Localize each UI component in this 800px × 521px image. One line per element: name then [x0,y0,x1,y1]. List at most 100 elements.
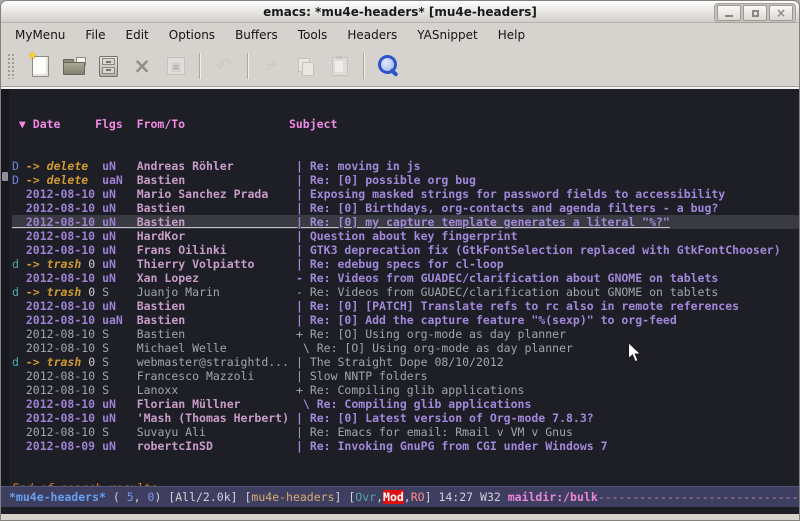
message-mark: d [12,285,19,299]
search-icon [376,54,400,78]
message-row[interactable]: D -> delete uN Andreas Röhler | Re: movi… [12,159,799,173]
open-folder-button[interactable] [57,50,91,82]
message-flags: S [102,327,130,341]
menu-file[interactable]: File [75,25,115,45]
new-file-button[interactable]: ★ [23,50,57,82]
mouse-cursor [627,342,643,364]
message-subject: | Re: [0] my capture template generates … [296,215,670,229]
modeline-text [473,490,480,504]
toolbar-separator [363,53,365,79]
star-icon: ★ [28,49,38,62]
menu-buffers[interactable]: Buffers [225,25,288,45]
undo-icon: ↶ [216,57,232,75]
message-mark [12,271,19,285]
message-flags: uN [102,159,130,173]
close-buffer-icon: × [133,56,151,76]
message-from: Frans Oilinki [137,243,289,257]
message-subject: - Re: Videos from GUADEC/clarification a… [296,271,718,285]
message-date: 2012-08-10 [26,369,95,383]
message-row[interactable]: 2012-08-10 S Francesco Mazzoli | Slow NN… [12,369,799,383]
minimize-button[interactable] [717,5,741,21]
headers-view: ▼ Date Flgs From/To Subject D -> delete … [9,89,799,486]
message-row[interactable]: 2012-08-10 S Lanoxx + Re: Compiling glib… [12,383,799,397]
message-date: -> delete [26,173,95,187]
cut-icon: ✂ [262,54,282,78]
message-from: Michael Welle [137,341,289,355]
message-subject: | Re: Emacs for email: Rmail v VM v Gnus [296,425,573,439]
message-row[interactable]: d -> trash 0 S webmaster@straightd... | … [12,355,799,369]
message-row[interactable]: 2012-08-09 uN robertcInSD | Re: Invoking… [12,439,799,453]
message-row[interactable]: 2012-08-10 uN Bastien | Re: [0] Birthday… [12,201,799,215]
message-mark [12,215,19,229]
modeline-text: , [404,490,411,504]
search-button[interactable] [371,50,405,82]
message-subject: + Re: [O] Using org-mode as day planner [296,327,566,341]
menu-mymenu[interactable]: MyMenu [5,25,75,45]
file-cabinet-button[interactable] [91,50,125,82]
message-date: 2012-08-09 [26,439,95,453]
close-buffer-button[interactable]: × [125,50,159,82]
message-row[interactable]: 2012-08-10 uaN Bastien | Re: [0] Add the… [12,313,799,327]
message-subject: | Re: edebug specs for cl-loop [296,257,504,271]
menu-help[interactable]: Help [488,25,535,45]
message-mark [12,397,19,411]
message-row[interactable]: 2012-08-10 uN Xan Lopez - Re: Videos fro… [12,271,799,285]
message-row[interactable]: 2012-08-10 S Suvayu Ali | Re: Emacs for … [12,425,799,439]
message-date: -> trash [26,257,88,271]
message-row[interactable]: 2012-08-10 uN Bastien | Re: [0] [PATCH] … [12,299,799,313]
modeline-query: [All/2.0k] [168,490,244,504]
copy-button [289,50,323,82]
titlebar[interactable]: emacs: *mu4e-headers* [mu4e-headers] × [1,1,799,23]
message-subject: | Re: [0] Add the capture feature "%(sex… [296,313,677,327]
menu-headers[interactable]: Headers [337,25,407,45]
message-list: D -> delete uN Andreas Röhler | Re: movi… [12,159,799,453]
scrollbar[interactable] [1,89,9,486]
message-subject: | Re: [0] [PATCH] Translate refs to rc a… [296,299,739,313]
echo-area[interactable] [1,507,799,514]
menu-yasnippet[interactable]: YASnippet [407,25,488,45]
new-file-icon: ★ [32,56,49,77]
modeline-text: , [134,490,148,504]
message-row[interactable]: 2012-08-10 uN Frans Oilinki | GTK3 depre… [12,243,799,257]
column-headers[interactable]: ▼ Date Flgs From/To Subject [12,117,799,131]
message-flags: S [102,425,130,439]
message-row[interactable]: 2012-08-10 uN Florian Müllner \ Re: Comp… [12,397,799,411]
message-mark [12,327,19,341]
message-flags: S [102,369,130,383]
modeline-readonly-indicator: RO [411,490,425,504]
message-row[interactable]: D -> delete uaN Bastien | Re: [0] possib… [12,173,799,187]
menu-options[interactable]: Options [159,25,225,45]
message-flags: uN [102,187,130,201]
message-subject: | Re: [0] possible org bug [296,173,476,187]
message-from: robertcInSD [137,439,289,453]
message-row[interactable]: 2012-08-10 S Michael Welle \ Re: [O] Usi… [12,341,799,355]
message-row[interactable]: 2012-08-10 uN 'Mash (Thomas Herbert) | R… [12,411,799,425]
window-controls: × [714,3,796,23]
message-row[interactable]: d -> trash 0 S Juanjo Marin - Re: Videos… [12,285,799,299]
minimize-icon [725,15,733,17]
modeline-dashes: ----------------------------------------… [598,490,799,504]
message-row[interactable]: 2012-08-10 uN HardKor | Question about k… [12,229,799,243]
toolbar-drag-handle[interactable] [7,53,15,79]
message-subject: | Re: [0] Birthdays, org-contacts and ag… [296,201,718,215]
message-row[interactable]: d -> trash 0 uN Thierry Volpiatto | Re: … [12,257,799,271]
message-row[interactable]: 2012-08-10 S Bastien + Re: [O] Using org… [12,327,799,341]
menu-edit[interactable]: Edit [116,25,159,45]
message-flags: uN [102,215,130,229]
end-of-results: End of search results [12,481,799,486]
menu-bar: MyMenuFileEditOptionsBuffersToolsHeaders… [1,23,799,46]
menu-tools[interactable]: Tools [288,25,338,45]
message-from: Andreas Röhler [137,159,289,173]
message-row[interactable]: 2012-08-10 uN Mario Sanchez Prada | Expo… [12,187,799,201]
message-mark: D [12,173,19,187]
scrollbar-thumb[interactable] [2,172,8,181]
message-date: 2012-08-10 [26,187,95,201]
message-date: 2012-08-10 [26,215,95,229]
message-flags: uN [102,439,130,453]
maximize-button[interactable] [743,5,767,21]
close-icon: × [776,8,786,18]
modeline-text: , [376,490,383,504]
message-row-current[interactable]: 2012-08-10 uN Bastien | Re: [0] my captu… [12,215,799,229]
message-subject: + Re: Compiling glib applications [296,383,524,397]
close-button[interactable]: × [769,5,793,21]
